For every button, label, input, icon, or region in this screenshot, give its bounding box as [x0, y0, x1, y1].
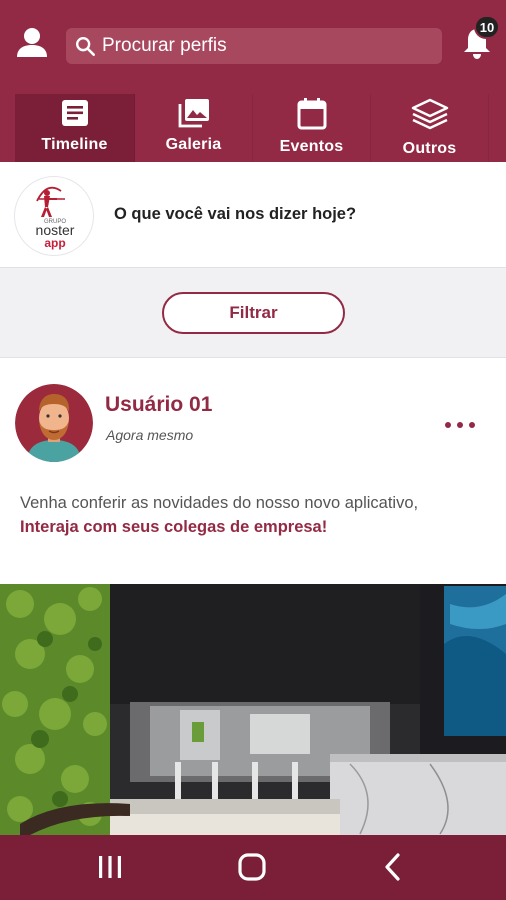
post-highlight: Interaja com seus colegas de empresa! — [20, 518, 328, 536]
tab-timeline[interactable]: Timeline — [15, 94, 135, 162]
filter-button[interactable]: Filtrar — [162, 292, 345, 334]
filter-area: Filtrar — [0, 268, 506, 358]
calendar-icon — [297, 98, 326, 130]
recent-apps-icon[interactable] — [90, 849, 130, 885]
layers-icon — [411, 98, 448, 130]
post-timestamp: Agora mesmo — [106, 427, 194, 443]
profile-icon[interactable] — [14, 24, 50, 60]
post-card: Usuário 01 Agora mesmo Venha conferir as… — [0, 358, 506, 835]
app-header: 10 Timeline Galeria — [0, 0, 506, 162]
search-input[interactable] — [102, 35, 422, 57]
search-bar[interactable] — [66, 28, 442, 64]
tab-eventos[interactable]: Eventos — [253, 94, 371, 162]
system-nav-bar — [0, 835, 506, 900]
tab-label: Galeria — [165, 136, 222, 153]
post-body: Venha conferir as novidades do nosso nov… — [20, 491, 490, 539]
back-icon[interactable] — [374, 849, 414, 885]
avatar[interactable] — [15, 384, 93, 462]
tab-galeria[interactable]: Galeria — [135, 94, 253, 162]
home-icon[interactable] — [232, 849, 272, 885]
notification-badge: 10 — [474, 15, 500, 39]
compose-prompt[interactable]: O que você vai nos dizer hoje? — [114, 205, 356, 224]
main-tabs: Timeline Galeria Eventos Outros — [0, 94, 506, 162]
tab-label: Outros — [402, 140, 457, 157]
tab-label: Timeline — [41, 136, 108, 153]
compose-post[interactable]: GRUPO noster app O que você vai nos dize… — [0, 162, 506, 268]
post-text: Venha conferir as novidades do nosso nov… — [20, 494, 419, 512]
tab-label: Eventos — [279, 138, 344, 155]
search-icon — [76, 37, 95, 56]
photo-library-icon — [178, 99, 209, 128]
more-options-icon[interactable] — [445, 416, 475, 434]
company-logo: GRUPO noster app — [14, 176, 94, 256]
svg-text:app: app — [44, 236, 65, 250]
post-image[interactable] — [0, 584, 506, 835]
app-screen: 10 Timeline Galeria — [0, 0, 506, 900]
post-username[interactable]: Usuário 01 — [105, 393, 212, 417]
article-icon — [61, 100, 88, 126]
tab-outros[interactable]: Outros — [371, 94, 489, 162]
